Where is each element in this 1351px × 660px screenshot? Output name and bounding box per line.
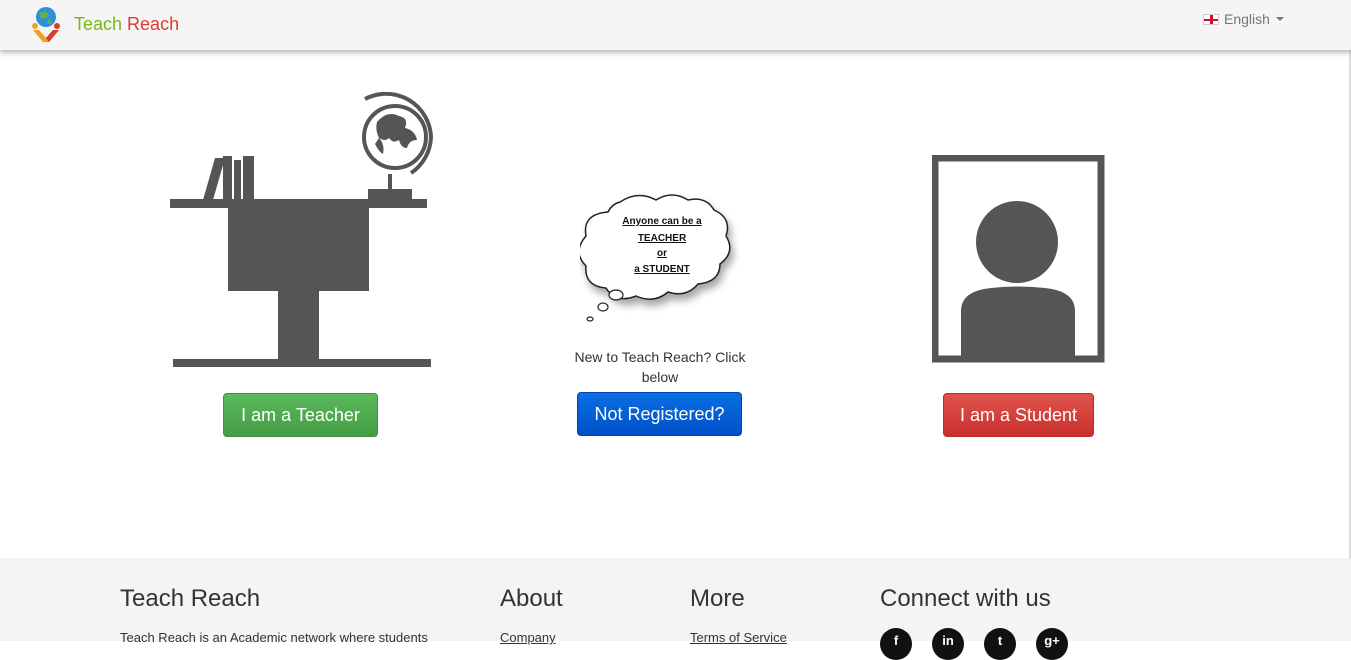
google-plus-icon[interactable]: g+ [1036,628,1068,660]
student-button[interactable]: I am a Student [943,393,1094,437]
footer-connect-heading: Connect with us [880,585,1051,612]
top-navbar: Teach Reach English [0,0,1351,50]
brand-name-teach: Teach [74,13,123,34]
facebook-icon[interactable]: f [880,628,912,660]
teacher-desk-illustration [170,92,434,367]
language-label: English [1224,11,1270,27]
footer-about-heading: About [500,585,563,612]
new-user-prompt: New to Teach Reach? Click below [574,349,746,385]
england-flag-icon [1203,13,1219,25]
not-registered-button[interactable]: Not Registered? [577,392,742,436]
brand-name-reach: Reach [122,13,180,34]
bubble-line-3: or [657,248,667,259]
teacher-button[interactable]: I am a Teacher [223,393,378,437]
footer-company-link[interactable]: Company [500,630,556,645]
footer-brand-heading: Teach Reach [120,585,261,612]
caret-down-icon [1275,17,1284,21]
twitter-icon[interactable]: t [984,628,1016,660]
footer-more-heading: More [690,585,745,612]
linkedin-icon[interactable]: in [932,628,964,660]
bubble-line-1: Anyone can be a [622,216,702,227]
student-portrait-illustration [932,155,1105,363]
language-dropdown[interactable]: English [1203,11,1284,27]
globe-people-logo-icon [32,7,60,42]
footer-terms-link[interactable]: Terms of Service [690,630,787,645]
footer-brand-description: Teach Reach is an Academic network where… [120,630,428,645]
thought-bubble-illustration: Anyone can be a TEACHER or a STUDENT [580,194,731,322]
page-footer: Teach Reach Teach Reach is an Academic n… [0,558,1351,660]
brand-logo-link[interactable]: Teach Reach [30,4,179,44]
brand-name: Teach Reach [74,14,179,35]
bubble-line-4: a STUDENT [634,264,690,275]
bubble-line-2: TEACHER [638,233,687,244]
